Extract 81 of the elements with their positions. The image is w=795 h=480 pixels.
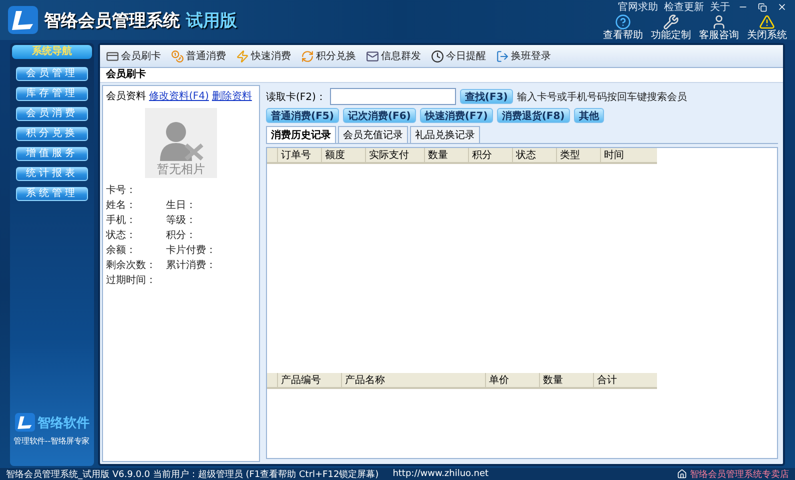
column-header: 订单号: [277, 148, 321, 162]
column-header: 产品名称: [341, 372, 485, 386]
header-tool-button[interactable]: 客服咨询: [697, 14, 741, 41]
close-icon: [777, 2, 787, 12]
help-icon: [615, 14, 631, 30]
status-text: 智络会员管理系统_试用版 V6.9.0.0 当前用户：超级管理员 (F1查看帮助 Ctrl+F12锁定屏幕): [6, 468, 379, 480]
home-icon: [677, 469, 687, 479]
card-icon: [106, 50, 119, 62]
shop-link[interactable]: 智络会员管理系统专卖店: [690, 468, 789, 480]
column-header: 时间: [600, 148, 654, 162]
edition-label: 试用版: [186, 10, 237, 32]
mail-icon: [366, 50, 379, 62]
column-header: 类型: [556, 148, 600, 162]
coins-icon: [171, 50, 184, 62]
tools-icon: [663, 14, 679, 30]
toolbar-button[interactable]: 会员刷卡: [106, 49, 161, 63]
column-header: 实际支付: [365, 148, 424, 162]
lightning-icon: [236, 50, 249, 62]
toolbar-button[interactable]: 换班登录: [496, 49, 551, 63]
field-label: 生日：: [166, 198, 197, 212]
column-header: 产品编号: [277, 372, 341, 386]
member-action-link[interactable]: 修改资料(F4): [149, 89, 209, 103]
person-icon: [711, 14, 727, 30]
toolbar-button[interactable]: 今日提醒: [431, 49, 486, 63]
panel-title: 会员刷卡: [100, 67, 783, 83]
column-header: 数量: [424, 148, 468, 162]
refresh-icon: [301, 50, 314, 62]
toolbar-button[interactable]: 普通消费: [171, 49, 226, 63]
column-header: 数量: [539, 372, 593, 386]
field-label: 过期时间：: [106, 274, 157, 287]
field-label: 余额：: [106, 244, 137, 257]
card-read-label: 读取卡(F2)：: [266, 90, 326, 104]
field-label: 卡片付费：: [166, 244, 217, 257]
field-label: 状态：: [106, 228, 137, 242]
action-button[interactable]: 普通消费(F5): [266, 108, 339, 123]
record-tab[interactable]: 消费历史记录: [266, 126, 336, 143]
action-button[interactable]: 记次消费(F6): [342, 108, 416, 123]
member-legend: 会员资料: [106, 89, 146, 103]
toolbar-button[interactable]: 快速消费: [236, 49, 291, 63]
app-title: 智络会员管理系统: [44, 10, 180, 32]
column-header: 额度: [321, 148, 365, 162]
member-action-link[interactable]: 删除资料: [212, 89, 252, 103]
field-label: 等级：: [166, 214, 197, 227]
record-tab[interactable]: 礼品兑换记录: [410, 126, 480, 143]
column-header: 单价: [485, 372, 539, 386]
column-header: 状态: [512, 148, 556, 162]
photo-caption: 暂无相片: [157, 161, 205, 178]
toolbar-button[interactable]: 信息群发: [366, 49, 421, 63]
website-url: http://www.zhiluo.net: [392, 469, 489, 479]
restore-button[interactable]: [756, 2, 769, 12]
card-input-field[interactable]: [330, 88, 456, 105]
logo-icon: [14, 413, 34, 432]
logout-icon: [496, 50, 509, 62]
header-link[interactable]: 检查更新: [664, 0, 704, 14]
logo-icon: [8, 6, 38, 34]
sidebar-title: 系统导航: [12, 45, 92, 59]
field-label: 手机：: [106, 214, 137, 227]
brand-name: 智络软件: [38, 414, 90, 432]
field-label: 积分：: [166, 229, 197, 242]
action-button[interactable]: 快速消费(F7): [420, 108, 493, 123]
column-header: 积分: [468, 148, 512, 162]
restore-icon: [758, 2, 767, 12]
person-icon: [158, 121, 204, 161]
field-label: 剩余次数：: [106, 259, 157, 272]
warning-icon: [759, 14, 775, 30]
search-button[interactable]: 查找(F3): [460, 89, 513, 104]
header-tool-button[interactable]: 功能定制: [649, 14, 693, 41]
search-hint: 输入卡号或手机号码按回车键搜索会员: [516, 90, 687, 104]
toolbar-button[interactable]: 积分兑换: [301, 49, 356, 63]
clock-icon: [431, 50, 444, 62]
record-tab[interactable]: 会员充值记录: [338, 126, 408, 143]
field-label: 卡号：: [106, 184, 137, 197]
header-tool-button[interactable]: 查看帮助: [601, 14, 645, 41]
action-button[interactable]: 消费退货(F8): [496, 108, 570, 123]
field-label: 姓名：: [106, 199, 137, 212]
field-label: 累计消费：: [166, 258, 217, 272]
header-tool-button[interactable]: 关闭系统: [745, 14, 789, 41]
header-link[interactable]: 官网求助: [618, 0, 658, 14]
column-header: 合计: [593, 372, 657, 386]
action-button[interactable]: 其他: [574, 108, 604, 123]
header-link[interactable]: 关于: [710, 0, 730, 14]
